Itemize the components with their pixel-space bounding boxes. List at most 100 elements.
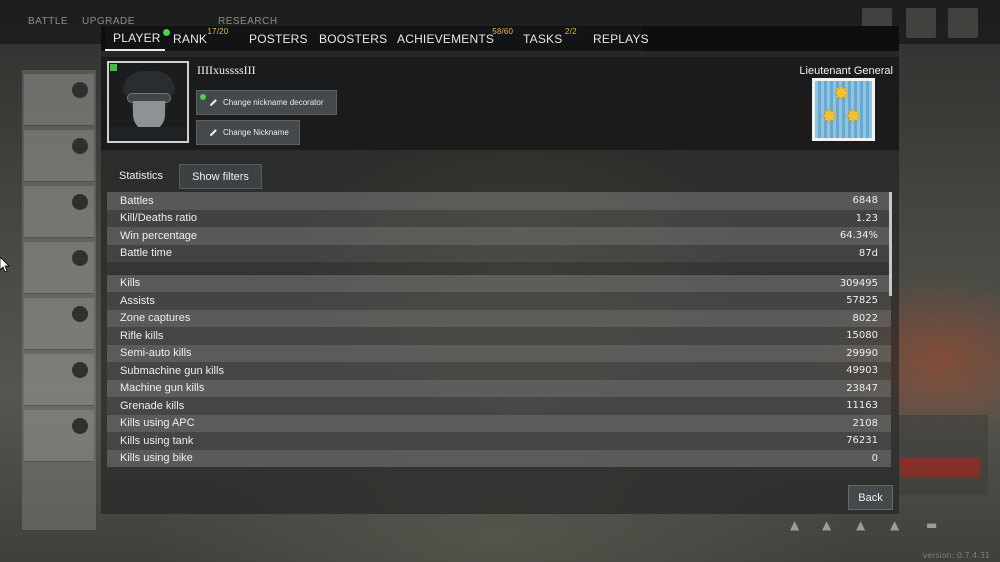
mouse-cursor-icon (0, 257, 10, 273)
tab-label: PLAYER (113, 30, 161, 45)
tab-label: BOOSTERS (319, 31, 388, 46)
bg-squad-slot (24, 242, 94, 294)
stat-row: Kills using tank 76231 (107, 432, 891, 450)
profile-header: IIIIxussssIII Change nickname decorator … (101, 57, 899, 150)
stat-value: 76231 (846, 435, 878, 447)
stat-value: 64.34% (839, 230, 878, 242)
stat-label: Machine gun kills (120, 382, 205, 395)
stat-row: Kill/Deaths ratio 1.23 (107, 209, 891, 227)
stat-label: Semi-auto kills (120, 347, 192, 360)
profile-dialog: PLAYER RANK 17/20 POSTERS BOOSTERS ACHIEVEMEN… (101, 26, 899, 514)
bg-squad-slot (24, 354, 94, 406)
stat-label: Grenade kills (120, 399, 185, 412)
bg-squad-slot (24, 74, 94, 126)
bg-squad-icon: ▬ (926, 518, 938, 532)
stat-label: Assists (120, 294, 155, 307)
bg-squad-slot (24, 186, 94, 238)
pencil-icon (209, 129, 217, 137)
avatar[interactable] (107, 61, 189, 143)
tab-count-badge: 2/2 (565, 27, 577, 36)
bg-squad-icon: ▲ (856, 518, 866, 532)
stat-label: Kills (120, 277, 141, 290)
stat-value: 87d (858, 247, 878, 259)
stat-row: Zone captures 8022 (107, 309, 891, 327)
stat-row: Win percentage 64.34% (107, 227, 891, 245)
online-indicator (110, 64, 117, 71)
change-nickname-decorator-label: Change nickname decorator (223, 98, 324, 107)
stat-row: Battle time 87d (107, 244, 891, 262)
tab-boosters[interactable]: BOOSTERS (311, 26, 389, 51)
stat-row: Kills using bike 0 (107, 449, 891, 467)
stat-value: 57825 (846, 295, 878, 307)
stat-row: Grenade kills 11163 (107, 397, 891, 415)
tab-achievements[interactable]: ACHIEVEMENTS 58/60 (389, 26, 515, 51)
stat-value: 15080 (846, 330, 878, 342)
pencil-icon (209, 99, 217, 107)
stat-value: 29990 (846, 347, 878, 359)
tab-count-badge: 17/20 (207, 27, 229, 36)
show-filters-button[interactable]: Show filters (179, 164, 262, 189)
tab-tasks[interactable]: TASKS 2/2 (515, 26, 585, 51)
rank-insignia-icon: ✸ ✸ ✸ (812, 78, 875, 141)
group-separator (107, 262, 891, 274)
stat-label: Zone captures (120, 312, 191, 325)
bg-squad-icon: ▲ (890, 518, 900, 532)
tab-bar: PLAYER RANK 17/20 POSTERS BOOSTERS ACHIEVEMEN… (101, 26, 899, 51)
bg-red-bar (900, 458, 980, 478)
stat-row: Semi-auto kills 29990 (107, 344, 891, 362)
bg-button-3 (948, 8, 978, 38)
change-nickname-decorator-button[interactable]: Change nickname decorator (196, 90, 337, 115)
statistics-table: Battles 6848 Kill/Deaths ratio 1.23 Win perc… (107, 192, 893, 472)
stat-row: Assists 57825 (107, 292, 891, 310)
tab-label: REPLAYS (593, 31, 649, 46)
stat-label: Rifle kills (120, 329, 164, 342)
stat-label: Kill/Deaths ratio (120, 212, 198, 225)
notification-dot (200, 94, 206, 100)
back-button[interactable]: Back (848, 485, 893, 510)
bg-squad-slot (24, 410, 94, 462)
stat-row: Kills using APC 2108 (107, 414, 891, 432)
stat-value: 2108 (852, 417, 878, 429)
change-nickname-label: Change Nickname (223, 128, 289, 137)
stat-label: Win percentage (120, 229, 198, 242)
stat-row: Battles 6848 (107, 192, 891, 210)
stat-value: 6848 (852, 195, 878, 207)
player-nickname: IIIIxussssIII (197, 63, 256, 77)
stat-value: 309495 (839, 277, 878, 289)
statistics-scrollbar[interactable] (889, 192, 892, 296)
stat-row: Rifle kills 15080 (107, 327, 891, 345)
stat-label: Kills using tank (120, 434, 194, 447)
stat-row: Kills 309495 (107, 274, 891, 292)
tab-player[interactable]: PLAYER (105, 26, 170, 51)
stat-value: 1.23 (855, 212, 878, 224)
statistics-title: Statistics (119, 170, 164, 182)
stat-value: 0 (871, 452, 878, 464)
bg-squad-slot (24, 130, 94, 182)
tab-count-badge: 58/60 (492, 27, 514, 36)
tab-label: POSTERS (249, 31, 308, 46)
stat-row: Machine gun kills 23847 (107, 379, 891, 397)
stat-label: Battle time (120, 247, 172, 260)
tab-rank[interactable]: RANK 17/20 (165, 26, 241, 51)
tab-label: ACHIEVEMENTS (397, 31, 495, 46)
bg-squad-slot (24, 298, 94, 350)
rank-title: Lieutenant General (799, 65, 893, 77)
tab-replays[interactable]: REPLAYS (585, 26, 649, 51)
tab-label: TASKS (523, 31, 563, 46)
bg-button-2 (906, 8, 936, 38)
bg-tab-battle: BATTLE (28, 16, 69, 27)
stat-value: 8022 (852, 312, 878, 324)
bg-right-panel (898, 415, 988, 495)
stat-label: Battles (120, 194, 154, 207)
stat-label: Kills using bike (120, 452, 193, 465)
stat-label: Submachine gun kills (120, 364, 224, 377)
stat-value: 11163 (846, 400, 878, 412)
tab-strip: PLAYER RANK 17/20 POSTERS BOOSTERS ACHIEVEMEN… (105, 26, 649, 51)
version-label: version: 0.7.4.31 (922, 551, 990, 560)
change-nickname-button[interactable]: Change Nickname (196, 120, 300, 145)
stat-row: Submachine gun kills 49903 (107, 362, 891, 380)
tab-posters[interactable]: POSTERS (241, 26, 311, 51)
stat-label: Kills using APC (120, 417, 195, 430)
bg-squad-icon: ▲ (822, 518, 832, 532)
bg-squad-icon: ▲ (790, 518, 800, 532)
